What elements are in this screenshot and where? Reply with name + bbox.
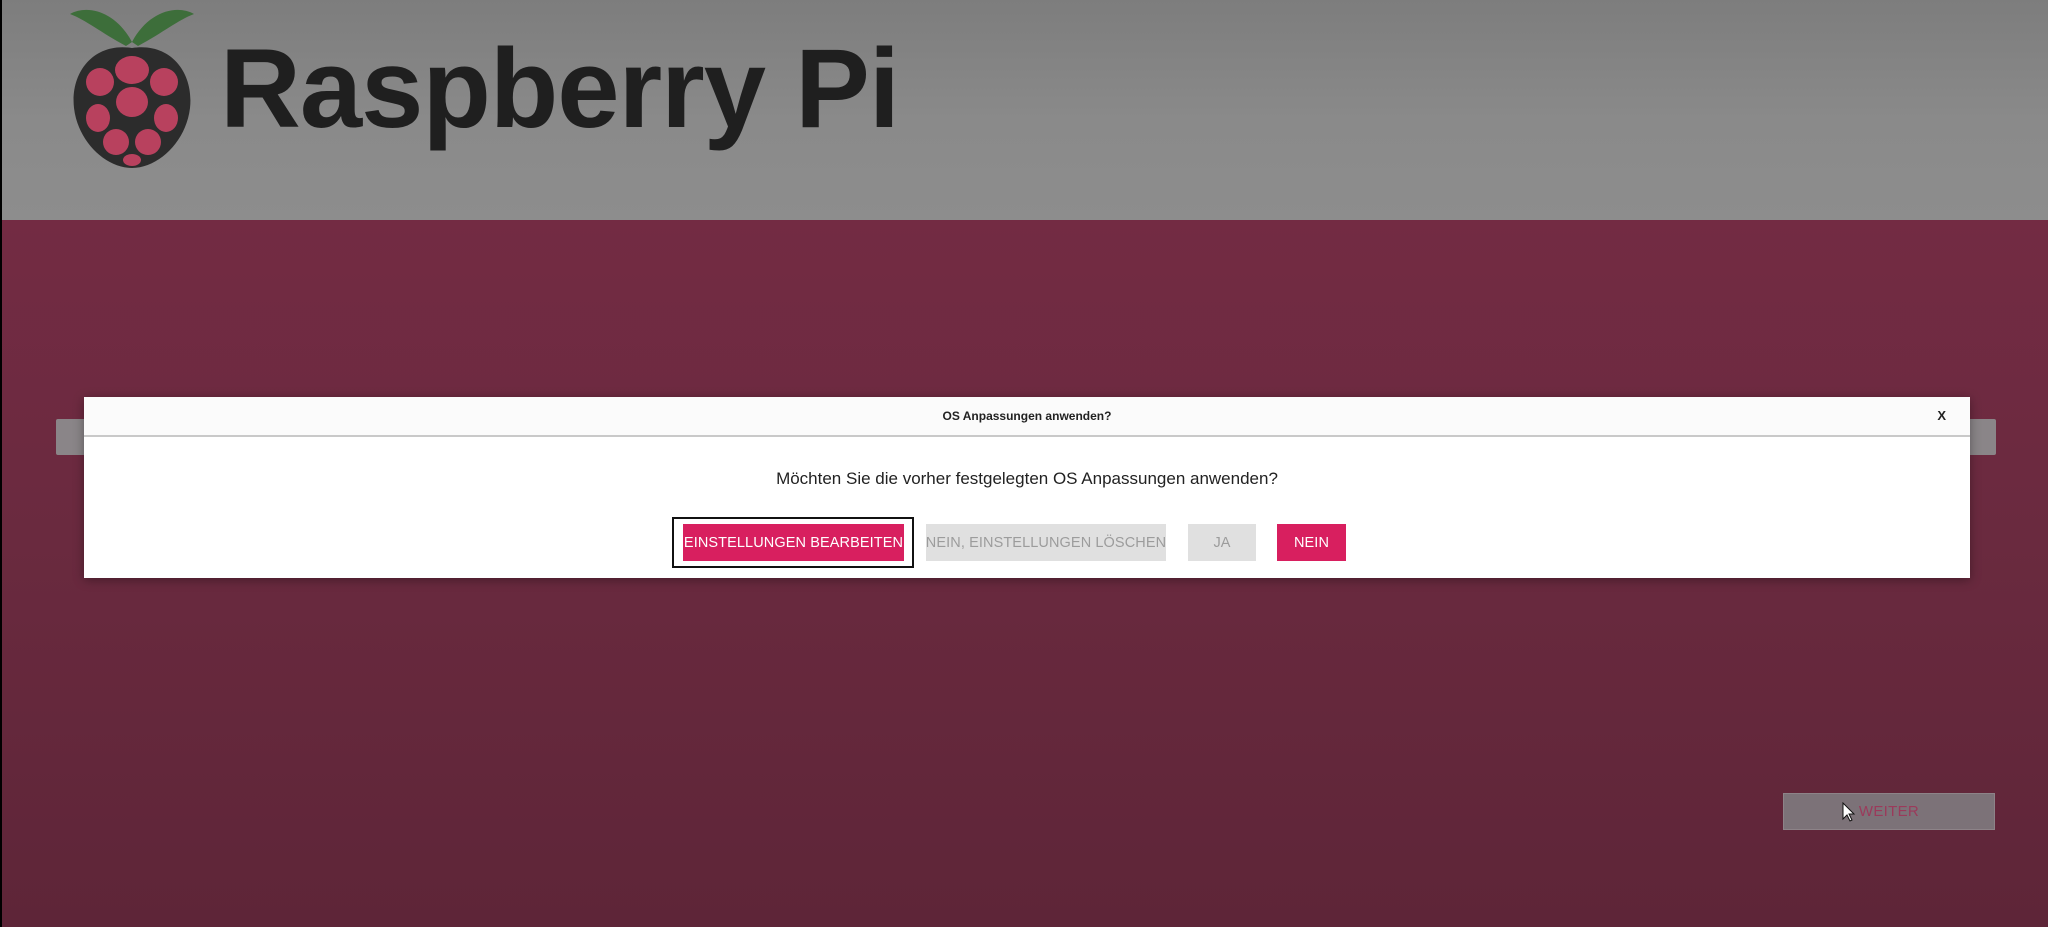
clear-settings-button[interactable]: NEIN, EINSTELLUNGEN LÖSCHEN <box>926 524 1166 561</box>
header: Raspberry Pi <box>2 0 2048 220</box>
apply-customization-dialog: OS Anpassungen anwenden? X Möchten Sie d… <box>84 397 1970 578</box>
dialog-message: Möchten Sie die vorher festgelegten OS A… <box>776 469 1278 488</box>
brand-wordmark: Raspberry Pi <box>220 26 900 151</box>
mouse-pointer-icon <box>1842 802 1856 822</box>
next-button[interactable]: WEITER <box>1783 793 1995 830</box>
no-button[interactable]: NEIN <box>1277 524 1346 561</box>
edit-settings-button[interactable]: EINSTELLUNGEN BEARBEITEN <box>683 524 904 561</box>
raspberry-logo-icon <box>70 9 194 169</box>
dialog-titlebar: OS Anpassungen anwenden? X <box>84 397 1970 437</box>
yes-button[interactable]: JA <box>1188 524 1256 561</box>
dialog-close-button[interactable]: X <box>1937 397 1946 435</box>
dialog-title: OS Anpassungen anwenden? <box>942 409 1112 423</box>
imager-window: Raspberry Pi WEITER OS Anpassungen anwen… <box>2 0 2048 927</box>
